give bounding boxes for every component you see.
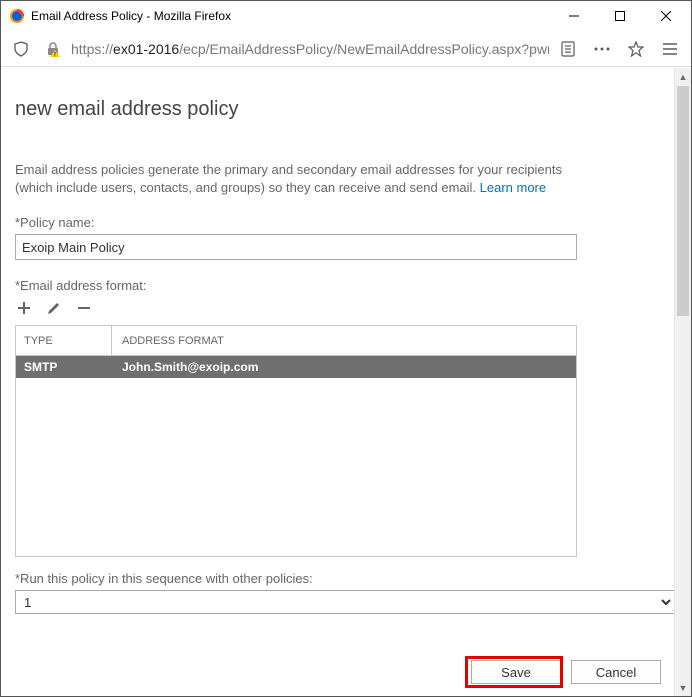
page-actions-icon[interactable] xyxy=(587,35,617,63)
policy-name-label: *Policy name: xyxy=(15,215,660,230)
grid-body-empty xyxy=(16,378,576,556)
close-window-button[interactable] xyxy=(643,1,689,31)
titlebar: Email Address Policy - Mozilla Firefox xyxy=(1,1,691,31)
hamburger-menu-icon[interactable] xyxy=(655,35,685,63)
url-path: /ecp/EmailAddressPolicy/NewEmailAddressP… xyxy=(179,41,549,57)
format-label: *Email address format: xyxy=(15,278,660,293)
shield-icon[interactable] xyxy=(7,35,35,63)
scrollbar-thumb[interactable] xyxy=(677,86,689,316)
intro-text: Email address policies generate the prim… xyxy=(15,161,585,197)
edit-icon[interactable] xyxy=(45,299,63,317)
dialog-buttons: Save Cancel xyxy=(471,660,661,684)
minimize-button[interactable] xyxy=(551,1,597,31)
grid-header: TYPE ADDRESS FORMAT xyxy=(16,326,576,356)
table-row[interactable]: SMTP John.Smith@exoip.com xyxy=(16,356,576,378)
url-bar: https://ex01-2016/ecp/EmailAddressPolicy… xyxy=(1,31,691,67)
maximize-button[interactable] xyxy=(597,1,643,31)
lock-warning-icon[interactable] xyxy=(39,35,67,63)
policy-name-input[interactable] xyxy=(15,234,577,260)
firefox-favicon xyxy=(9,8,25,24)
format-grid: TYPE ADDRESS FORMAT SMTP John.Smith@exoi… xyxy=(15,325,577,557)
url-text[interactable]: https://ex01-2016/ecp/EmailAddressPolicy… xyxy=(71,41,549,57)
window-controls xyxy=(551,1,689,31)
scroll-down-arrow[interactable]: ▼ xyxy=(675,679,691,696)
learn-more-link[interactable]: Learn more xyxy=(480,180,546,195)
save-button[interactable]: Save xyxy=(471,660,561,684)
url-host: ex01-2016 xyxy=(113,41,179,57)
grid-header-format[interactable]: ADDRESS FORMAT xyxy=(112,326,576,355)
sequence-label: *Run this policy in this sequence with o… xyxy=(15,571,660,586)
cell-type: SMTP xyxy=(16,360,112,374)
cell-format: John.Smith@exoip.com xyxy=(112,360,576,374)
window-title: Email Address Policy - Mozilla Firefox xyxy=(31,9,551,23)
remove-icon[interactable] xyxy=(75,299,93,317)
format-toolbar xyxy=(15,299,660,317)
url-scheme: https:// xyxy=(71,41,113,57)
bookmark-star-icon[interactable] xyxy=(621,35,651,63)
grid-header-type[interactable]: TYPE xyxy=(16,326,112,355)
reader-view-icon[interactable] xyxy=(553,35,583,63)
vertical-scrollbar[interactable]: ▲ ▼ xyxy=(674,68,691,696)
cancel-button[interactable]: Cancel xyxy=(571,660,661,684)
add-icon[interactable] xyxy=(15,299,33,317)
scroll-up-arrow[interactable]: ▲ xyxy=(675,68,691,85)
page-content: new email address policy Email address p… xyxy=(1,68,674,696)
sequence-select[interactable]: 1 xyxy=(15,590,674,614)
page-title: new email address policy xyxy=(15,98,660,121)
